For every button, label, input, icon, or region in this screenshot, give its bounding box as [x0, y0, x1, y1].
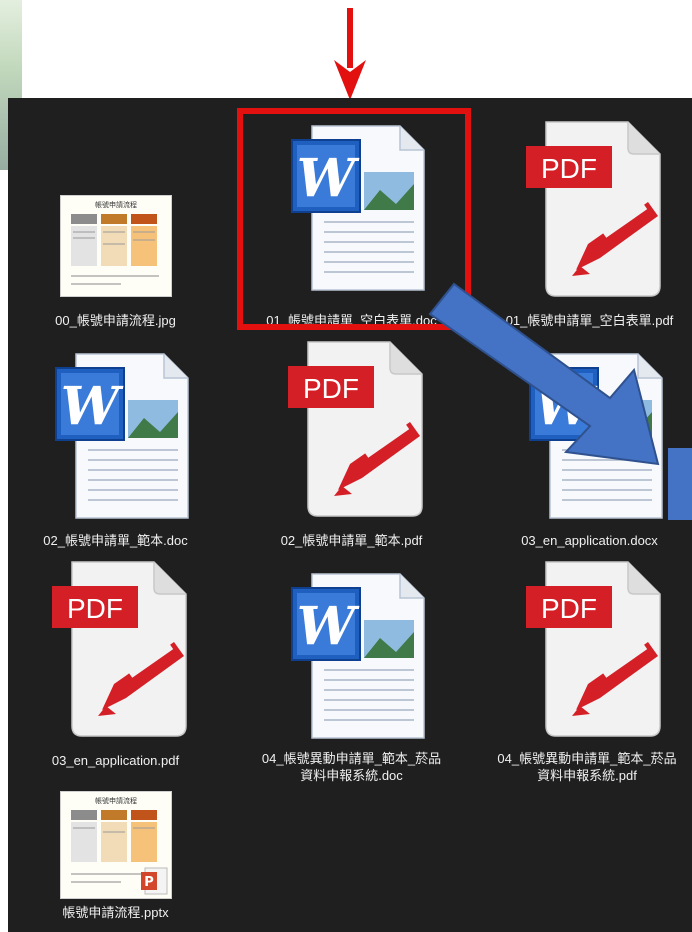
image-thumbnail-icon: 帳號申請流程	[60, 196, 171, 296]
pdf-document-icon: PDF	[510, 118, 670, 298]
flow-title-text: 帳號申請流程	[95, 200, 137, 209]
pdf-document-icon: PDF	[36, 558, 196, 738]
red-down-arrow-annotation	[334, 8, 366, 100]
word-document-icon: W	[36, 348, 196, 523]
pdf-badge-text: PDF	[67, 593, 123, 624]
pdf-badge-text: PDF	[541, 153, 597, 184]
file-item-04-change-pdf[interactable]: PDF 04_帳號異動申請單_範本_菸品資料申報系統.pdf	[482, 538, 692, 783]
file-label: 04_帳號異動申請單_範本_菸品資料申報系統.pdf	[497, 751, 677, 783]
file-item-03-en-pdf[interactable]: PDF 03_en_application.pdf	[8, 538, 223, 768]
file-item-01-blank-pdf[interactable]: PDF 01_帳號申請單_空白表單.pdf	[482, 98, 692, 328]
file-label: 帳號申請流程.pptx	[62, 905, 169, 920]
file-item-flow-pptx[interactable]: 帳號申請流程 P 帳號申請流程.pptx	[8, 758, 223, 932]
blue-shape-annotation	[668, 448, 692, 520]
file-label: 04_帳號異動申請單_範本_菸品資料申報系統.doc	[261, 751, 442, 783]
pdf-badge-text: PDF	[541, 593, 597, 624]
pdf-badge-text: PDF	[303, 373, 359, 404]
word-document-icon: W	[272, 568, 432, 743]
pdf-document-icon: PDF	[272, 338, 432, 518]
blue-arrow-annotation	[428, 282, 660, 466]
word-letter: W	[60, 376, 123, 437]
file-item-02-sample-doc[interactable]: W 02_帳號申請單_範本.doc	[8, 318, 223, 548]
flow-title-text: 帳號申請流程	[95, 796, 137, 805]
pdf-document-icon: PDF	[510, 558, 670, 738]
word-letter: W	[296, 596, 359, 657]
ppt-letter: P	[144, 875, 154, 890]
powerpoint-thumbnail-icon: 帳號申請流程 P	[60, 792, 171, 898]
file-item-00-flow-jpg[interactable]: 帳號申請流程 00_帳號申請流程.jpg	[8, 98, 223, 328]
file-item-04-change-doc[interactable]: W 04_帳號異動申請單_範本_菸品資料申報系統.doc	[244, 538, 459, 783]
